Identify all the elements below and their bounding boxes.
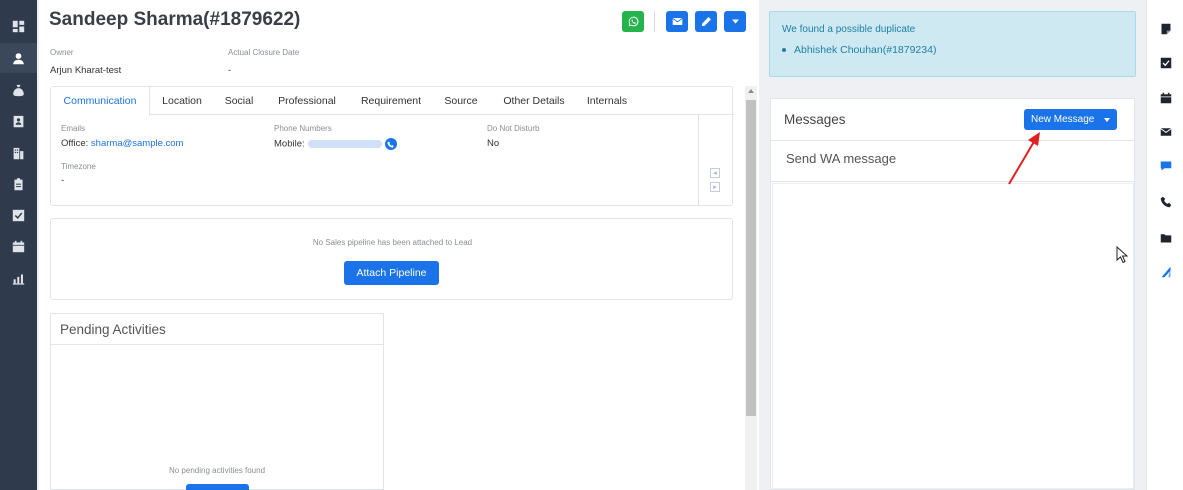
scroll-right-icon[interactable]: ▸ <box>710 182 720 192</box>
email-icon[interactable] <box>1147 122 1183 142</box>
phone-row: Mobile: <box>274 138 397 150</box>
note-icon[interactable] <box>1147 19 1183 39</box>
scrollbar-thumb[interactable] <box>746 100 756 416</box>
edit-button[interactable] <box>695 11 717 32</box>
tab-other-details[interactable]: Other Details <box>494 87 574 115</box>
lead-tabs: Communication Location Social Profession… <box>51 87 734 116</box>
pending-activities-title: Pending Activities <box>60 322 166 337</box>
more-actions-button[interactable] <box>724 11 746 32</box>
tab-requirement[interactable]: Requirement <box>353 87 429 115</box>
tab-internals[interactable]: Internals <box>581 87 633 115</box>
right-toolbar <box>1146 0 1183 490</box>
task-check-icon[interactable] <box>1147 53 1183 73</box>
contact-card-icon[interactable] <box>0 106 37 136</box>
header-divider <box>654 11 655 32</box>
dnd-label: Do Not Disturb <box>487 124 540 133</box>
send-wa-message-option[interactable]: Send WA message <box>786 151 896 166</box>
person-icon[interactable] <box>0 43 37 73</box>
attach-pipeline-button[interactable]: Attach Pipeline <box>344 261 439 285</box>
messages-title: Messages <box>784 112 846 127</box>
activities-empty-message: No pending activities found <box>168 466 266 475</box>
lead-detail-panel: Sandeep Sharma(#1879622) Owner Arjun Kha… <box>39 0 759 490</box>
right-column: We found a possible duplicate Abhishek C… <box>760 0 1146 490</box>
bullet <box>782 48 786 53</box>
calendar-icon[interactable] <box>0 231 37 261</box>
email-link[interactable]: sharma@sample.com <box>91 138 184 149</box>
left-sidebar <box>0 0 37 490</box>
tab-side-controls: ◂ ▸ <box>698 115 733 205</box>
caret-down-icon <box>1104 118 1110 122</box>
blurred-phone-number <box>307 140 382 148</box>
tab-location[interactable]: Location <box>155 87 209 115</box>
email-button[interactable] <box>666 11 688 32</box>
dashboard-icon[interactable] <box>0 11 37 41</box>
chevron-down-icon <box>731 19 739 24</box>
pipeline-icon[interactable] <box>1147 262 1183 282</box>
duplicate-alert: We found a possible duplicate Abhishek C… <box>769 11 1136 77</box>
pending-activities-card: Pending Activities No pending activities… <box>50 313 384 490</box>
add-activity-button[interactable] <box>186 484 249 490</box>
duplicate-lead-link[interactable]: Abhishek Chouhan(#1879234) <box>794 44 936 56</box>
scroll-up-arrow[interactable] <box>748 89 754 93</box>
tab-social[interactable]: Social <box>217 87 261 115</box>
calendar-icon[interactable] <box>1147 88 1183 108</box>
main-scrollbar[interactable] <box>745 86 757 490</box>
phones-label: Phone Numbers <box>274 124 332 133</box>
tab-source[interactable]: Source <box>439 87 483 115</box>
new-message-button[interactable]: New Message <box>1024 109 1117 130</box>
pencil-icon <box>701 17 711 26</box>
phone-icon[interactable] <box>1147 192 1183 212</box>
email-icon <box>671 18 683 25</box>
new-message-label: New Message <box>1031 114 1095 125</box>
closure-date-value: - <box>228 65 232 76</box>
wa-option-divider <box>771 181 1134 182</box>
money-bag-icon[interactable] <box>0 75 37 105</box>
lead-title: Sandeep Sharma(#1879622) <box>49 9 301 30</box>
owner-value: Arjun Kharat-test <box>50 65 122 76</box>
timezone-value: - <box>61 175 65 186</box>
folder-icon[interactable] <box>1147 228 1183 248</box>
closure-date-label: Actual Closure Date <box>228 48 300 57</box>
annotation-arrow-icon <box>1008 132 1040 185</box>
dnd-value: No <box>487 138 500 149</box>
email-row: Office: sharma@sample.com <box>61 138 183 149</box>
emails-label: Emails <box>61 124 86 133</box>
whatsapp-button[interactable] <box>622 11 644 32</box>
call-phone-icon[interactable] <box>384 138 397 150</box>
pipeline-card: No Sales pipeline has been attached to L… <box>50 218 733 300</box>
lead-info-card: Communication Location Social Profession… <box>50 86 734 206</box>
clipboard-icon[interactable] <box>0 169 37 199</box>
email-prefix: Office: <box>61 138 89 149</box>
scroll-left-icon[interactable]: ◂ <box>710 168 720 178</box>
messages-card: Messages New Message Send WA message <box>770 98 1135 490</box>
owner-label: Owner <box>50 48 74 57</box>
whatsapp-icon <box>628 16 638 27</box>
activities-divider <box>51 344 383 345</box>
chat-icon[interactable] <box>1147 156 1183 176</box>
mouse-cursor-icon <box>1116 246 1129 264</box>
pipeline-empty-message: No Sales pipeline has been attached to L… <box>312 238 473 247</box>
messages-body <box>772 183 1134 489</box>
duplicate-alert-title: We found a possible duplicate <box>782 24 916 35</box>
duplicate-item: Abhishek Chouhan(#1879234) <box>782 44 936 56</box>
tab-professional[interactable]: Professional <box>271 87 343 115</box>
report-chart-icon[interactable] <box>0 263 37 293</box>
building-icon[interactable] <box>0 138 37 168</box>
task-check-icon[interactable] <box>0 200 37 230</box>
phone-prefix: Mobile: <box>274 138 305 150</box>
messages-divider <box>771 140 1134 141</box>
timezone-label: Timezone <box>61 162 96 171</box>
tab-communication[interactable]: Communication <box>51 87 150 116</box>
